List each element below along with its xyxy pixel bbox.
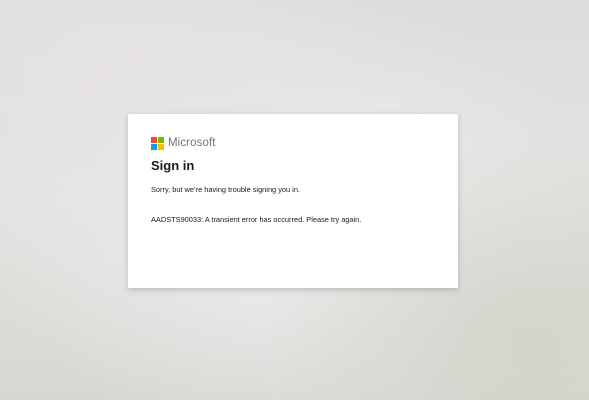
- logo-red-square: [151, 136, 157, 143]
- sign-in-dialog: Microsoft Sign in Sorry, but we’re havin…: [128, 114, 458, 288]
- page-title: Sign in: [151, 158, 195, 173]
- error-message: Sorry, but we’re having trouble signing …: [151, 185, 300, 194]
- brand-name: Microsoft: [168, 137, 216, 149]
- logo-yellow-square: [158, 143, 164, 150]
- error-code-text: AADSTS90033: A transient error has occur…: [151, 215, 362, 224]
- logo-blue-square: [151, 143, 157, 150]
- microsoft-logo-icon: [151, 136, 164, 150]
- brand-header: Microsoft: [151, 136, 435, 150]
- logo-green-square: [158, 136, 164, 143]
